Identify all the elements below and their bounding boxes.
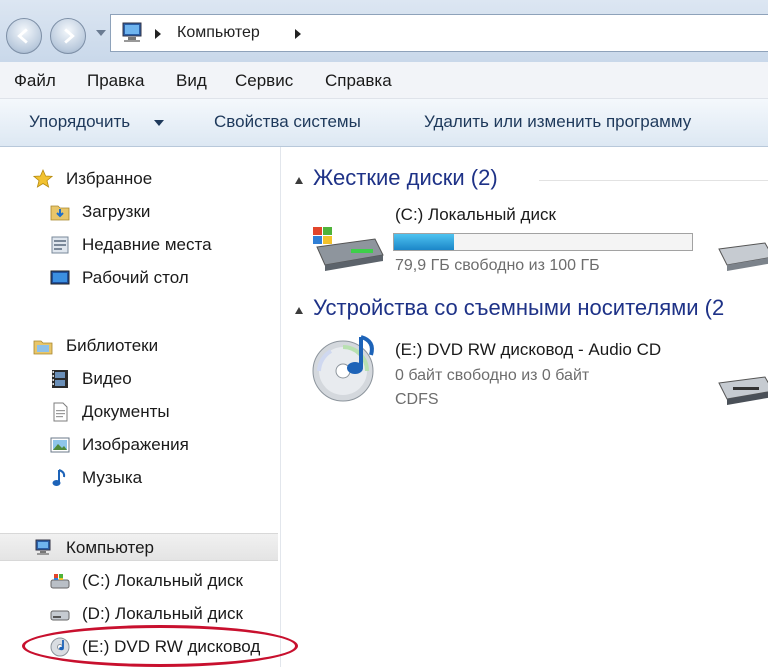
sidebar-item-label: Библиотеки [66, 336, 159, 355]
sidebar-item-label: Музыка [82, 468, 143, 487]
sidebar-item-label: Видео [82, 369, 132, 388]
sidebar-item-label: Рабочий стол [82, 268, 189, 287]
music-icon [52, 469, 66, 486]
sidebar-item-favorites[interactable]: Избранное [0, 165, 278, 193]
pictures-icon [50, 437, 70, 453]
sidebar-item-label: Компьютер [66, 538, 154, 557]
sidebar-item-label: (C:) Локальный диск [82, 571, 243, 590]
system-drive-icon [313, 227, 384, 271]
system-properties-button[interactable]: Свойства системы [214, 112, 361, 132]
breadcrumb-computer[interactable]: Компьютер [177, 24, 260, 42]
drive-name: (C:) Локальный диск [395, 205, 556, 224]
forward-button[interactable] [50, 18, 86, 54]
menu-help[interactable]: Справка [325, 71, 392, 91]
address-field[interactable]: Компьютер [110, 14, 768, 52]
section-hard-disks[interactable]: Жесткие диски (2) [293, 165, 768, 195]
back-button[interactable] [6, 18, 42, 54]
sidebar-item-pictures[interactable]: Изображения [0, 431, 278, 459]
menu-file[interactable]: Файл [14, 71, 56, 91]
sidebar-item-recent-places[interactable]: Недавние места [0, 231, 278, 259]
sidebar-item-label: Недавние места [82, 235, 212, 254]
drive-filesystem: CDFS [395, 391, 439, 408]
dvd-audio-icon [312, 335, 374, 402]
sidebar-item-label: (D:) Локальный диск [82, 604, 243, 623]
capacity-bar-fill [394, 234, 454, 250]
hard-drive-icon [50, 610, 70, 621]
sidebar-item-drive-e[interactable]: (E:) DVD RW дисковод [0, 633, 278, 661]
section-title: Устройства со съемными носителями (2 [313, 295, 725, 320]
uninstall-program-button[interactable]: Удалить или изменить программу [424, 112, 691, 132]
system-drive-icon [50, 574, 70, 589]
menu-edit[interactable]: Правка [87, 71, 144, 91]
forward-arrow-icon [64, 28, 75, 44]
sidebar-item-music[interactable]: Музыка [0, 464, 278, 492]
removable-drive-icon[interactable] [713, 369, 768, 409]
organize-button[interactable]: Упорядочить [29, 112, 130, 132]
collapse-arrow-icon [295, 177, 303, 184]
sidebar-item-documents[interactable]: Документы [0, 398, 278, 426]
sidebar-item-computer[interactable]: Компьютер [0, 533, 278, 561]
sidebar-item-label: Загрузки [82, 202, 151, 221]
back-arrow-icon [17, 28, 28, 44]
menu-tools[interactable]: Сервис [235, 71, 293, 91]
desktop-icon [50, 270, 70, 285]
sidebar-item-drive-d[interactable]: (D:) Локальный диск [0, 600, 278, 628]
sidebar-item-drive-c[interactable]: (C:) Локальный диск [0, 567, 278, 595]
recent-places-icon [51, 236, 69, 254]
star-icon [33, 169, 53, 188]
computer-icon [122, 22, 142, 42]
address-bar-area: Компьютер [0, 0, 768, 62]
video-icon [52, 370, 68, 388]
section-divider [539, 180, 768, 181]
hard-drive-icon[interactable] [713, 235, 768, 275]
drive-free-space: 79,9 ГБ свободно из 100 ГБ [395, 257, 600, 274]
navigation-pane: Избранное Загрузки Недавние места Рабочи… [0, 147, 281, 667]
drive-free-space: 0 байт свободно из 0 байт [395, 367, 590, 384]
sidebar-item-video[interactable]: Видео [0, 365, 278, 393]
dvd-audio-icon [50, 637, 70, 657]
capacity-bar [393, 233, 693, 251]
computer-icon [35, 539, 51, 555]
breadcrumb-separator[interactable] [155, 29, 161, 39]
drive-name: (E:) DVD RW дисковод - Audio CD [395, 340, 662, 359]
sidebar-item-desktop[interactable]: Рабочий стол [0, 264, 278, 292]
library-folder-icon [33, 340, 53, 355]
content-pane: Жесткие диски (2) (C:) Локальный диск 79… [281, 147, 768, 667]
command-bar: Упорядочить Свойства системы Удалить или… [0, 99, 768, 147]
recent-locations-dropdown[interactable] [96, 30, 106, 36]
collapse-arrow-icon [295, 307, 303, 314]
menu-bar: Файл Правка Вид Сервис Справка [0, 62, 768, 99]
sidebar-item-label: (E:) DVD RW дисковод [82, 637, 261, 656]
organize-dropdown-icon [154, 120, 164, 126]
sidebar-item-downloads[interactable]: Загрузки [0, 198, 278, 226]
sidebar-item-label: Избранное [66, 169, 153, 188]
menu-view[interactable]: Вид [176, 71, 207, 91]
documents-icon [53, 402, 68, 422]
downloads-folder-icon [50, 205, 70, 221]
section-title: Жесткие диски (2) [313, 165, 498, 190]
breadcrumb-separator[interactable] [295, 29, 301, 39]
sidebar-item-label: Документы [82, 402, 170, 421]
sidebar-item-libraries[interactable]: Библиотеки [0, 332, 278, 360]
sidebar-item-label: Изображения [82, 435, 189, 454]
section-removable[interactable]: Устройства со съемными носителями (2 [293, 295, 768, 325]
